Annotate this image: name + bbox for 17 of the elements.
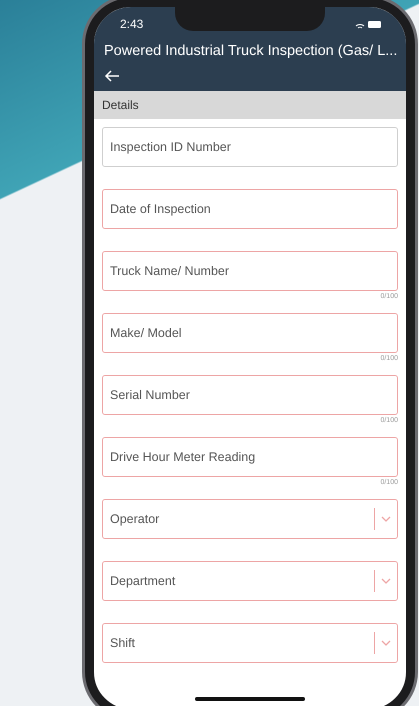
chevron-down-icon [381, 515, 391, 523]
input-field[interactable]: Drive Hour Meter Reading [102, 437, 398, 477]
input-field[interactable]: Make/ Model [102, 313, 398, 353]
input-field[interactable]: Inspection ID Number [102, 127, 398, 167]
chevron-down-icon [381, 577, 391, 585]
chevron-down-icon [381, 639, 391, 647]
input-field[interactable]: Serial Number [102, 375, 398, 415]
dropdown-field[interactable]: Operator [102, 499, 398, 539]
dropdown-field[interactable]: Shift [102, 623, 398, 663]
dropdown-field[interactable]: Department [102, 561, 398, 601]
status-icons [354, 20, 384, 28]
input-field[interactable]: Date of Inspection [102, 189, 398, 229]
section-header: Details [94, 91, 406, 119]
screen-title: Powered Industrial Truck Inspection (Gas/ L... [104, 43, 398, 59]
status-time: 2:43 [120, 17, 144, 31]
input-field[interactable]: Truck Name/ Number [102, 251, 398, 291]
back-icon[interactable] [104, 69, 120, 83]
